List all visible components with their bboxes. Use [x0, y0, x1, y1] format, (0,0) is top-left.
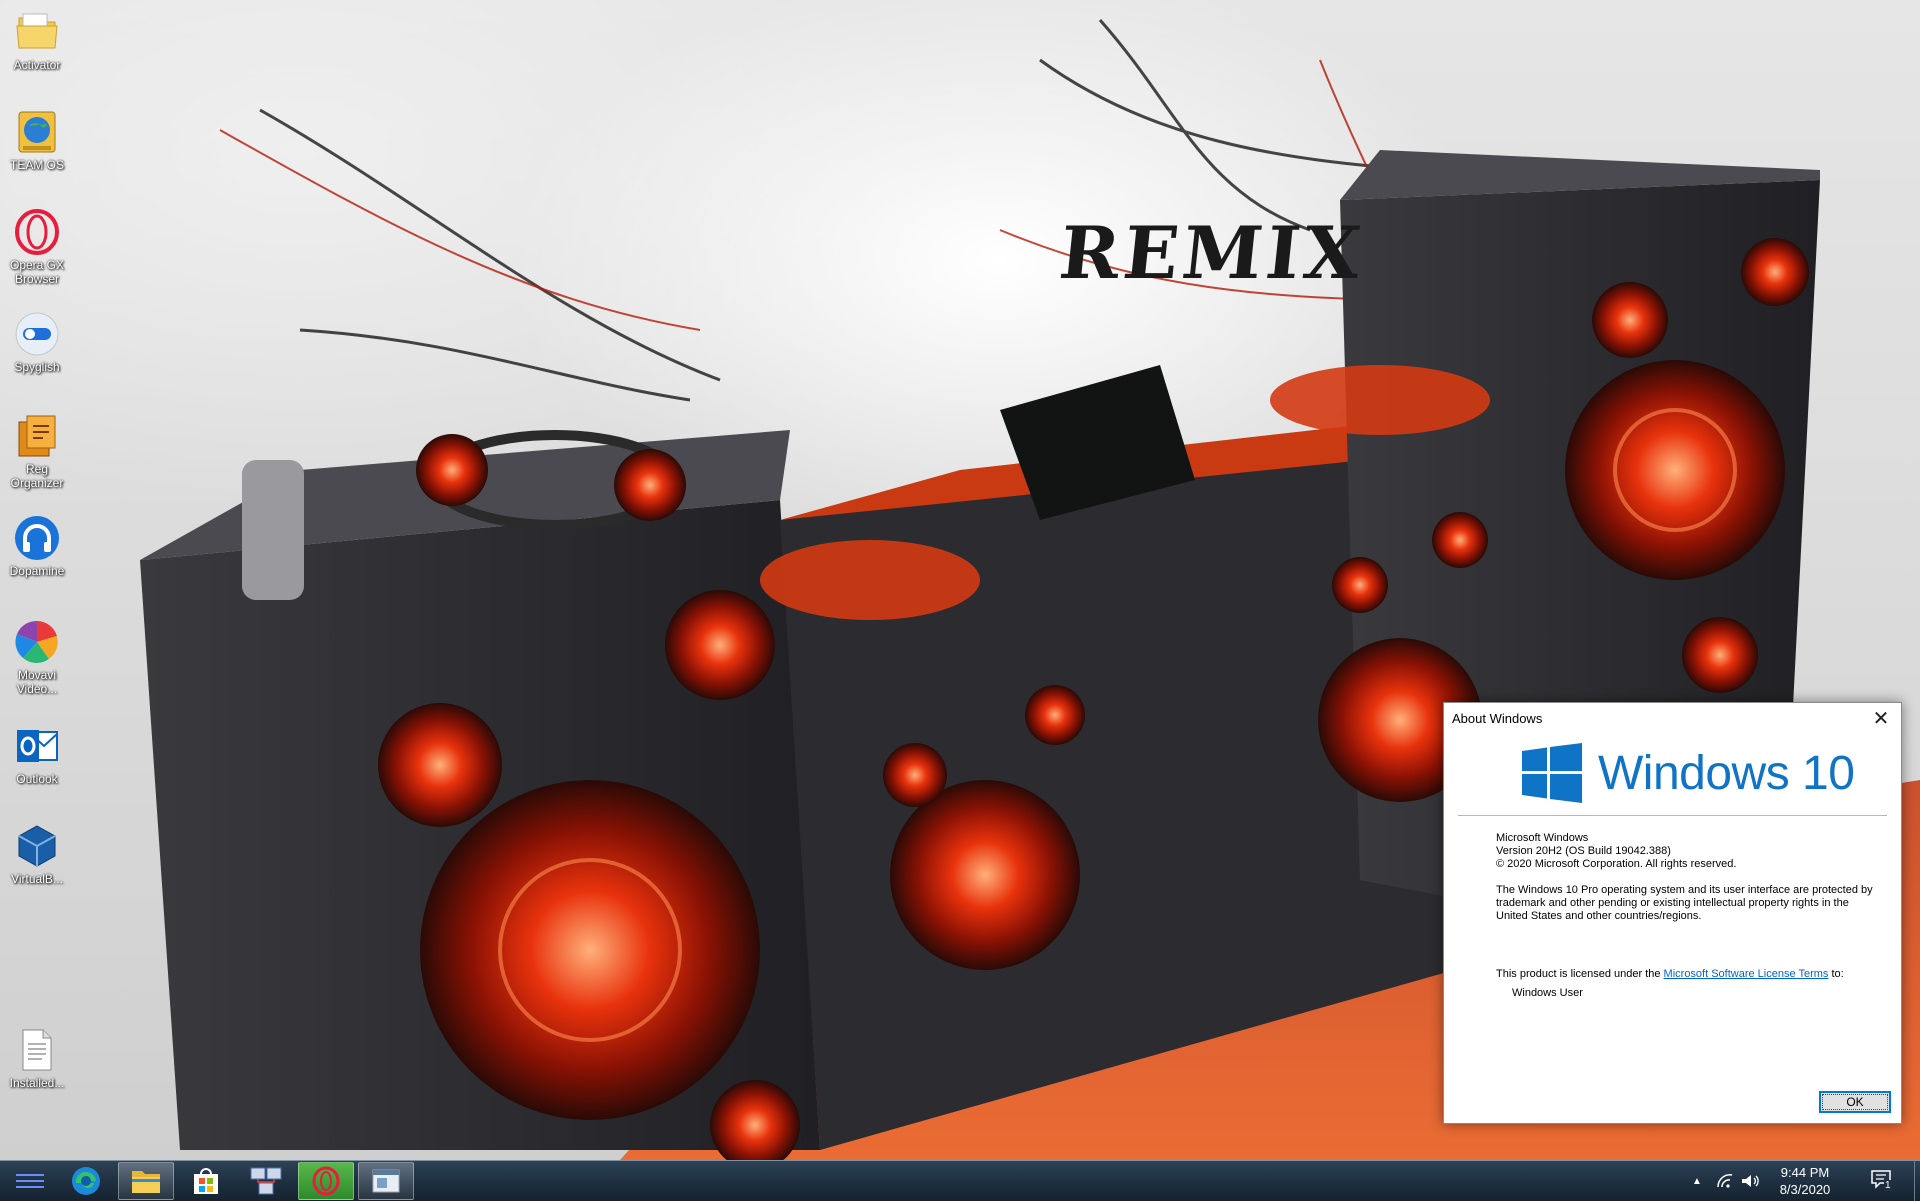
taskbar-winver-button[interactable] [358, 1162, 414, 1200]
wifi-icon[interactable] [1716, 1173, 1734, 1189]
license-terms-link[interactable]: Microsoft Software License Terms [1664, 968, 1829, 980]
toggle-app-icon [13, 310, 61, 358]
close-icon: ✕ [1872, 707, 1890, 730]
version-text: Version 20H2 (OS Build 19042.388) [1496, 845, 1671, 857]
taskbar-clock[interactable]: 9:44 PM 8/3/2020 [1760, 1164, 1850, 1198]
divider [1458, 815, 1887, 816]
taskbar: ▲ 9:44 PM 8/3/2020 1 [0, 1160, 1920, 1201]
notification-count-badge: 1 [1884, 1180, 1892, 1191]
opera-gx-icon [312, 1166, 340, 1196]
license-suffix: to: [1831, 968, 1844, 980]
text-file-icon [13, 1026, 61, 1074]
ok-button[interactable]: OK [1819, 1091, 1891, 1113]
windows-logo-icon [1522, 743, 1582, 803]
license-prefix: This product is licensed under the [1496, 968, 1661, 980]
dialog-body: Microsoft Windows Version 20H2 (OS Build… [1496, 832, 1876, 1000]
windows-brand: Windows 10 [1522, 743, 1855, 803]
ok-label: OK [1846, 1095, 1864, 1109]
edge-icon [72, 1167, 100, 1195]
close-button[interactable]: ✕ [1861, 703, 1901, 733]
taskbar-file-explorer-button[interactable] [118, 1162, 174, 1200]
headphones-icon [13, 514, 61, 562]
desktop-icon-spyglish[interactable]: Spyglish [0, 310, 74, 374]
volume-icon[interactable] [1740, 1173, 1760, 1189]
dialog-title: About Windows [1452, 710, 1543, 726]
desktop-icon-label: TEAM OS [9, 158, 64, 172]
desktop-icon-movavi[interactable]: Movavi Video... [0, 618, 74, 696]
desktop-icon-label: Outlook [16, 772, 58, 786]
product-name: Microsoft Windows [1496, 832, 1589, 844]
desktop-icon-opera-gx[interactable]: Opera GX Browser [0, 208, 74, 286]
copyright-text: © 2020 Microsoft Corporation. All rights… [1496, 858, 1737, 870]
folder-icon [132, 1171, 160, 1193]
reg-organizer-icon [13, 412, 61, 460]
desktop-icon-activator[interactable]: Activator [0, 8, 74, 72]
windows-brand-text: Windows 10 [1598, 746, 1855, 800]
start-button[interactable] [2, 1162, 58, 1200]
desktop-icon-label: Activator [13, 58, 61, 72]
desktop-icon-label: Dopamine [9, 564, 65, 578]
clock-time: 9:44 PM [1780, 1165, 1830, 1180]
about-windows-dialog: About Windows ✕ Windows 10 Microsoft Win… [1443, 702, 1902, 1124]
taskbar-network-button[interactable] [238, 1162, 294, 1200]
wallpaper-remix-text: REMIX [1055, 210, 1369, 295]
clock-date: 8/3/2020 [1779, 1182, 1831, 1197]
show-hidden-icons-chevron-up-icon[interactable]: ▲ [1692, 1176, 1702, 1187]
show-desktop-button[interactable] [1914, 1161, 1920, 1201]
desktop-icon-label: Movavi Video... [16, 668, 58, 696]
desktop-icon-team-os[interactable]: TEAM OS [0, 108, 74, 172]
desktop-icon-label: Spyglish [14, 360, 60, 374]
window-app-icon [372, 1169, 400, 1193]
store-icon [194, 1168, 218, 1194]
opera-gx-icon [13, 208, 61, 256]
taskbar-store-button[interactable] [178, 1162, 234, 1200]
network-icon [250, 1167, 282, 1195]
taskbar-edge-button[interactable] [58, 1162, 114, 1200]
taskbar-opera-gx-button[interactable] [298, 1162, 354, 1200]
desktop-icon-label: Opera GX Browser [9, 258, 65, 286]
licensed-user: Windows User [1512, 987, 1583, 999]
outlook-icon [13, 722, 61, 770]
globe-app-icon [13, 108, 61, 156]
start-icon [16, 1174, 44, 1188]
dialog-titlebar[interactable]: About Windows ✕ [1444, 703, 1901, 733]
system-tray: ▲ [1692, 1161, 1760, 1201]
movavi-icon [13, 618, 61, 666]
desktop-icon-virtualbox[interactable]: VirtualB... [0, 822, 74, 886]
desktop-icon-installed[interactable]: Installed... [0, 1026, 74, 1090]
desktop-icon-reg-organizer[interactable]: Reg Organizer [0, 412, 74, 490]
folder-icon [13, 8, 61, 56]
desktop-icon-outlook[interactable]: Outlook [0, 722, 74, 786]
virtualbox-icon [13, 822, 61, 870]
legal-text: The Windows 10 Pro operating system and … [1496, 884, 1873, 922]
desktop-icon-label: Reg Organizer [10, 462, 64, 490]
desktop-icon-label: Installed... [9, 1076, 65, 1090]
action-center-button[interactable]: 1 [1870, 1169, 1896, 1193]
desktop-icon-dopamine[interactable]: Dopamine [0, 514, 74, 578]
desktop-icon-label: VirtualB... [11, 872, 63, 886]
license-text: This product is licensed under the Micro… [1496, 968, 1876, 981]
